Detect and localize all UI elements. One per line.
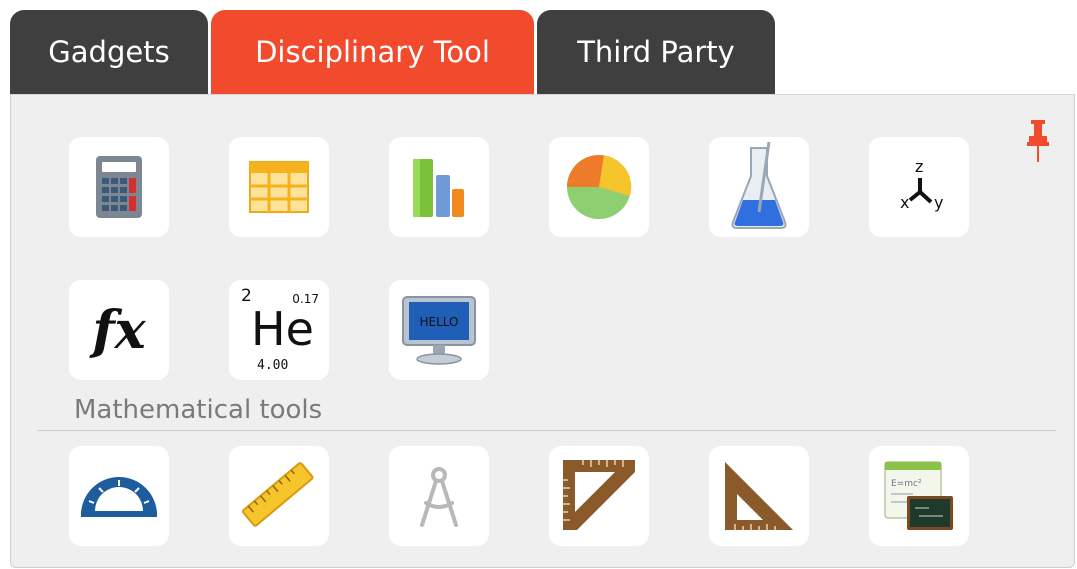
monitor-icon: HELLO bbox=[402, 296, 476, 365]
set-square-tool[interactable] bbox=[709, 446, 809, 546]
calculator-icon bbox=[96, 156, 142, 218]
pie-chart-tool[interactable] bbox=[549, 137, 649, 237]
monitor-screen-text: HELLO bbox=[420, 315, 459, 329]
protractor-tool[interactable] bbox=[69, 446, 169, 546]
pie-chart-icon bbox=[567, 155, 632, 219]
pin-icon[interactable] bbox=[1026, 118, 1050, 170]
svg-text:y: y bbox=[934, 193, 943, 212]
table-tool[interactable] bbox=[229, 137, 329, 237]
tab-bar: Gadgets Disciplinary Tool Third Party bbox=[10, 10, 775, 94]
function-icon: fx bbox=[92, 299, 146, 361]
compass-icon bbox=[420, 467, 458, 527]
periodic-element-icon: 2 0.17 He 4.00 bbox=[241, 286, 319, 373]
table-icon bbox=[249, 161, 309, 213]
ruler-tool[interactable] bbox=[229, 446, 329, 546]
equation-board-icon: E=mc² bbox=[884, 461, 953, 530]
function-tool[interactable]: fx bbox=[69, 280, 169, 380]
set-square-icon bbox=[725, 462, 793, 530]
equation-board-tool[interactable]: E=mc² bbox=[869, 446, 969, 546]
tab-disciplinary-tool[interactable]: Disciplinary Tool bbox=[211, 10, 534, 94]
svg-text:z: z bbox=[915, 157, 923, 176]
flask-icon bbox=[731, 142, 787, 229]
monitor-tool[interactable]: HELLO bbox=[389, 280, 489, 380]
tab-gadgets[interactable]: Gadgets bbox=[10, 10, 208, 94]
xyz-axes-tool[interactable]: z x y bbox=[869, 137, 969, 237]
xyz-axes-icon: z x y bbox=[900, 157, 943, 212]
calculator-tool[interactable] bbox=[69, 137, 169, 237]
carpenter-square-icon bbox=[563, 460, 635, 530]
ruler-icon bbox=[241, 462, 314, 527]
compass-tool[interactable] bbox=[389, 446, 489, 546]
flask-tool[interactable] bbox=[709, 137, 809, 237]
carpenter-square-tool[interactable] bbox=[549, 446, 649, 546]
disciplinary-tools-widget: Gadgets Disciplinary Tool Third Party z … bbox=[0, 0, 1077, 569]
section-divider bbox=[38, 430, 1056, 431]
tab-third-party[interactable]: Third Party bbox=[537, 10, 775, 94]
svg-text:x: x bbox=[900, 193, 909, 212]
bar-chart-tool[interactable] bbox=[389, 137, 489, 237]
protractor-icon bbox=[81, 477, 157, 517]
periodic-element-tool[interactable]: 2 0.17 He 4.00 bbox=[229, 280, 329, 380]
bar-chart-icon bbox=[413, 159, 464, 217]
equation-text: E=mc² bbox=[891, 479, 922, 489]
section-mathematical-tools-label: Mathematical tools bbox=[74, 395, 323, 425]
